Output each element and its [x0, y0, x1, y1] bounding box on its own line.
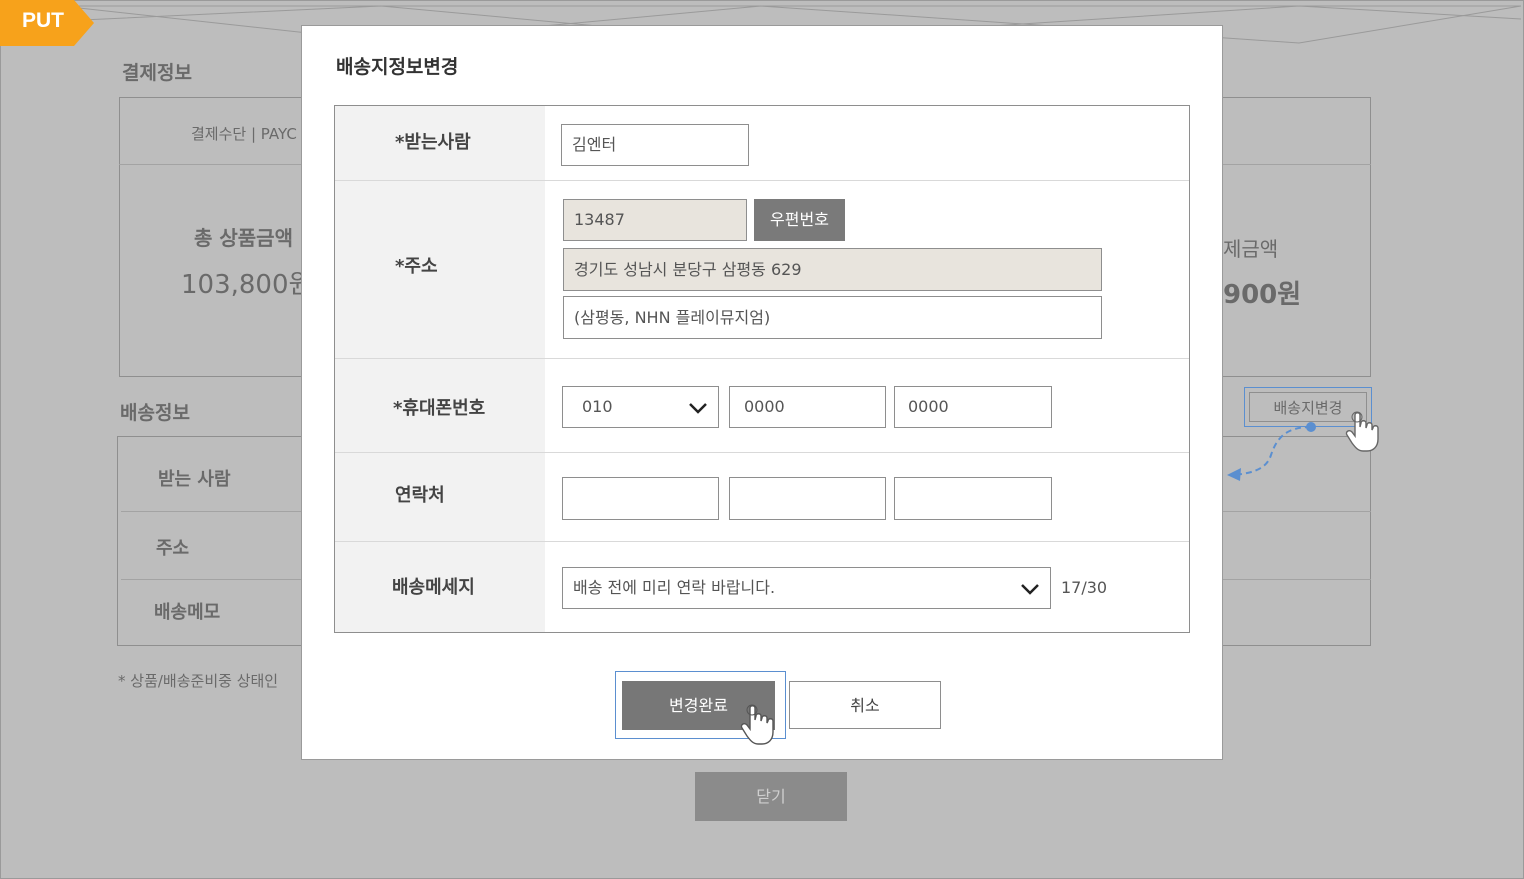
mobile-middle-input[interactable]: 0000 [729, 386, 886, 428]
total-product-value: 103,800원 [181, 270, 313, 300]
row-contact: 연락처 [335, 453, 1189, 542]
shipping-section-title: 배송정보 [120, 402, 190, 424]
row-mobile: *휴대폰번호 010 0000 0000 [335, 359, 1189, 453]
bg-row-recipient: 받는 사람 [158, 469, 231, 490]
modal-title: 배송지정보변경 [336, 56, 459, 78]
address-form-table: *받는사람 김엔터 *주소 13487 우편번호 경기도 성남시 분당구 삼평동… [334, 105, 1190, 633]
right-amount-label: 제금액 [1223, 237, 1279, 261]
row-message: 배송메세지 배송 전에 미리 연락 바랍니다. 17/30 [335, 542, 1189, 632]
chevron-down-icon [1021, 584, 1039, 595]
zipcode-input[interactable]: 13487 [563, 199, 747, 241]
pointer-hand-icon [1345, 411, 1379, 452]
message-select[interactable]: 배송 전에 미리 연락 바랍니다. [562, 567, 1051, 609]
zipcode-search-button[interactable]: 우편번호 [754, 199, 845, 241]
contact-part2-input[interactable] [729, 477, 886, 520]
row-recipient: *받는사람 김엔터 [335, 106, 1189, 181]
chevron-down-icon [689, 403, 707, 414]
bg-row-address: 주소 [156, 538, 190, 559]
total-product-label: 총 상품금액 [194, 226, 293, 250]
address-line1-input[interactable]: 경기도 성남시 분당구 삼평동 629 [563, 248, 1102, 291]
contact-part1-input[interactable] [562, 477, 719, 520]
contact-label: 연락처 [395, 485, 445, 506]
contact-part3-input[interactable] [894, 477, 1052, 520]
recipient-input[interactable]: 김엔터 [561, 124, 749, 166]
message-label: 배송메세지 [392, 577, 475, 598]
mobile-last-input[interactable]: 0000 [894, 386, 1052, 428]
payment-section-title: 결제정보 [122, 62, 192, 84]
message-char-count: 17/30 [1061, 578, 1108, 597]
address-change-modal: 배송지정보변경 *받는사람 김엔터 *주소 13487 우편번호 경기도 성남시… [301, 25, 1223, 760]
put-badge: PUT [0, 0, 94, 46]
address-line2-input[interactable]: (삼평동, NHN 플레이뮤지엄) [563, 296, 1102, 339]
mobile-prefix-select[interactable]: 010 [562, 386, 719, 428]
bg-row-memo: 배송메모 [154, 602, 221, 623]
address-label: *주소 [395, 256, 438, 277]
recipient-label: *받는사람 [395, 132, 471, 153]
bg-note: * 상품/배송준비중 상태인 [118, 672, 279, 690]
right-amount-value: 900원 [1223, 280, 1302, 310]
pointer-hand-icon [740, 704, 774, 745]
cancel-button[interactable]: 취소 [789, 681, 941, 729]
payment-method-label: 결제수단 | PAYC [191, 125, 297, 143]
close-button[interactable]: 닫기 [695, 772, 847, 821]
mobile-label: *휴대폰번호 [393, 398, 486, 419]
row-address: *주소 13487 우편번호 경기도 성남시 분당구 삼평동 629 (삼평동,… [335, 181, 1189, 359]
